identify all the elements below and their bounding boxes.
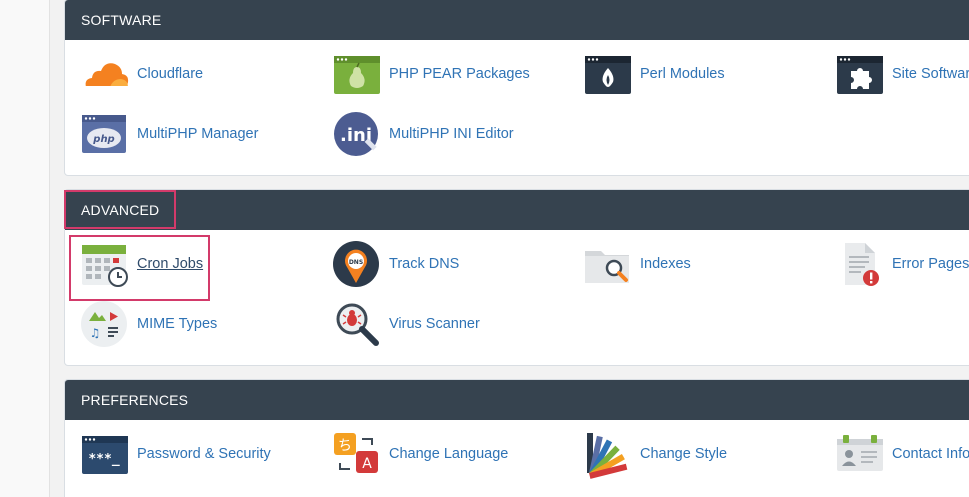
cron-jobs-icon — [82, 245, 128, 287]
indexes-icon — [585, 251, 629, 283]
svg-text:A: A — [362, 456, 372, 472]
item-label: Change Style — [640, 446, 728, 462]
change-language-icon: ち A — [334, 433, 378, 473]
change-style-icon — [587, 433, 628, 479]
item-cloudflare[interactable]: Cloudflare — [80, 49, 203, 99]
item-track-dns[interactable]: DNS Track DNS — [332, 239, 459, 289]
left-sidebar-edge — [0, 0, 50, 497]
item-php-pear-packages[interactable]: PHP PEAR Packages — [332, 49, 530, 99]
virus-scanner-icon — [336, 303, 379, 346]
item-label: MIME Types — [137, 316, 218, 332]
multiphp-manager-icon: php — [82, 115, 126, 153]
item-label: Perl Modules — [640, 66, 725, 82]
cloudflare-icon — [84, 63, 129, 88]
svg-text:ち: ち — [338, 438, 352, 454]
item-label: Site Software — [892, 66, 969, 82]
multiphp-ini-editor-icon: .ini — [334, 112, 378, 156]
item-virus-scanner[interactable]: Virus Scanner — [332, 299, 480, 349]
svg-text:***_: ***_ — [88, 452, 119, 467]
item-mime-types[interactable]: ♫ MIME Types — [80, 299, 217, 349]
item-cron-jobs[interactable]: Cron Jobs — [80, 239, 203, 289]
dns-badge-text: DNS — [349, 259, 363, 266]
item-perl-modules[interactable]: Perl Modules — [583, 49, 725, 99]
item-change-language[interactable]: ち A Change Language — [332, 429, 508, 479]
item-label: Cloudflare — [137, 66, 204, 82]
item-indexes[interactable]: Indexes — [583, 239, 691, 289]
svg-text:♫: ♫ — [90, 326, 101, 340]
item-label: Indexes — [640, 256, 691, 272]
preferences-panel-header: PREFERENCES — [65, 380, 969, 420]
php-pear-icon — [334, 56, 380, 94]
item-label: Cron Jobs — [137, 256, 204, 272]
item-label: Contact Information — [892, 446, 969, 462]
advanced-panel: ADVANCED Cron Jobs DNS Track DNS Indexes… — [64, 189, 969, 366]
software-panel: SOFTWARE Cloudflare PHP PEAR Packages Pe… — [64, 0, 969, 176]
track-dns-icon: DNS — [333, 241, 379, 287]
item-label: Virus Scanner — [389, 316, 480, 332]
item-label: MultiPHP INI Editor — [389, 126, 514, 142]
item-label: PHP PEAR Packages — [389, 66, 530, 82]
preferences-panel: PREFERENCES ***_ Password & Security ち A… — [64, 379, 969, 497]
password-security-icon: ***_ — [82, 436, 128, 474]
item-label: Change Language — [389, 446, 509, 462]
item-error-pages[interactable]: Error Pages — [835, 239, 969, 289]
item-label: Track DNS — [389, 256, 460, 272]
error-pages-icon — [845, 243, 879, 286]
site-software-icon — [837, 56, 883, 94]
advanced-panel-header: ADVANCED — [65, 190, 969, 230]
item-password-security[interactable]: ***_ Password & Security — [80, 429, 271, 479]
item-label: Error Pages — [892, 256, 969, 272]
item-label: Password & Security — [137, 446, 271, 462]
item-change-style[interactable]: Change Style — [583, 429, 727, 479]
svg-text:php: php — [92, 134, 114, 145]
item-multiphp-ini-editor[interactable]: .ini MultiPHP INI Editor — [332, 109, 514, 159]
mime-types-icon: ♫ — [81, 301, 127, 347]
item-site-software[interactable]: Site Software — [835, 49, 969, 99]
perl-modules-icon — [585, 56, 631, 94]
item-contact-information[interactable]: Contact Information — [835, 429, 969, 479]
contact-information-icon — [837, 435, 883, 471]
item-multiphp-manager[interactable]: php MultiPHP Manager — [80, 109, 258, 159]
item-label: MultiPHP Manager — [137, 126, 259, 142]
software-panel-header: SOFTWARE — [65, 0, 969, 40]
